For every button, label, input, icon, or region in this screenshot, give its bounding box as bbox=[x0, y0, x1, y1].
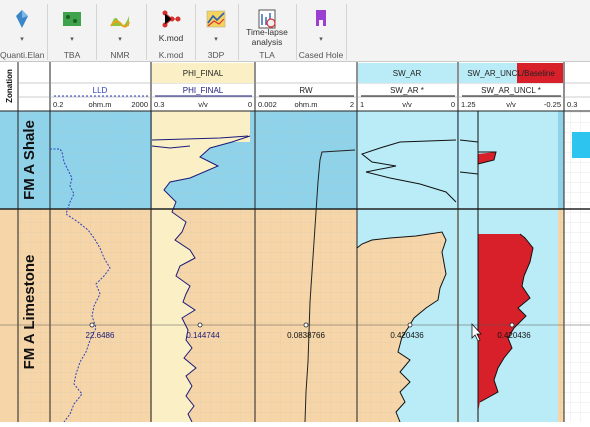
lld-scale-unit: ohm.m bbox=[89, 100, 112, 109]
chevron-down-icon: ▾ bbox=[118, 36, 122, 43]
lld-curve-name: LLD bbox=[93, 86, 108, 95]
3dp-icon bbox=[206, 10, 226, 28]
kmod-button-label: K.mod bbox=[158, 33, 184, 43]
quanti-elan-icon bbox=[16, 10, 28, 28]
chevron-down-icon: ▾ bbox=[20, 36, 24, 43]
partial-scale-min: 0.3 bbox=[567, 100, 577, 109]
phi-header-title: PHI_FINAL bbox=[183, 69, 224, 78]
swar-scale-min: 1 bbox=[360, 100, 364, 109]
swuncl-scale-min: 1.25 bbox=[461, 100, 476, 109]
chevron-down-icon: ▾ bbox=[70, 36, 74, 43]
ribbon-separator bbox=[238, 4, 239, 60]
lld-scale-max: 2000 bbox=[131, 100, 148, 109]
well-log-panel: FM A Shale FM A Limestone Zonation PHI_F… bbox=[0, 62, 590, 423]
ribbon-separator bbox=[146, 4, 147, 60]
swar-header-title: SW_AR bbox=[393, 69, 422, 78]
time-lapse-analysis-label: Time-lapse analysis bbox=[246, 27, 288, 47]
well-log-plot: FM A Shale FM A Limestone Zonation PHI_F… bbox=[0, 62, 590, 423]
rw-scale-max: 2 bbox=[350, 100, 354, 109]
group-label-3dp: 3DP bbox=[207, 50, 225, 60]
swar-readout: 0.420436 bbox=[390, 331, 424, 340]
phi-scale-min: 0.3 bbox=[154, 100, 164, 109]
group-label-cased-hole: Cased Hole bbox=[298, 50, 344, 60]
swar-scale-unit: v/v bbox=[402, 100, 412, 109]
ribbon-separator bbox=[195, 4, 196, 60]
kmod-icon bbox=[162, 10, 181, 28]
phi-scale-max: 0 bbox=[248, 100, 252, 109]
rw-readout: 0.0838766 bbox=[287, 331, 325, 340]
swar-curve-name: SW_AR * bbox=[390, 86, 424, 95]
cased-hole-icon bbox=[316, 10, 326, 26]
ribbon-separator bbox=[96, 4, 97, 60]
tba-icon bbox=[63, 12, 81, 26]
phi-readout: 0.144744 bbox=[186, 331, 220, 340]
lld-readout: 22.6486 bbox=[86, 331, 115, 340]
swar-scale-max: 0 bbox=[451, 100, 455, 109]
swuncl-scale-unit: v/v bbox=[506, 100, 516, 109]
ribbon-separator bbox=[346, 4, 347, 60]
group-label-quanti-elan: Quanti.Elan bbox=[0, 50, 45, 60]
group-label-nmr: NMR bbox=[110, 50, 130, 60]
zone-label-shale: FM A Shale bbox=[21, 120, 38, 200]
rw-curve-name: RW bbox=[299, 86, 313, 95]
group-label-kmod: K.mod bbox=[158, 50, 184, 60]
rw-scale-unit: ohm.m bbox=[295, 100, 318, 109]
zone-label-limestone: FM A Limestone bbox=[21, 255, 38, 370]
zonation-track-title: Zonation bbox=[5, 69, 14, 103]
rw-scale-min: 0.002 bbox=[258, 100, 277, 109]
swuncl-scale-max: -0.25 bbox=[544, 100, 561, 109]
phi-scale-unit: v/v bbox=[198, 100, 208, 109]
ribbon-separator bbox=[47, 4, 48, 60]
chevron-down-icon: ▾ bbox=[214, 36, 218, 43]
nmr-icon bbox=[110, 16, 130, 28]
group-label-tla: TLA bbox=[259, 50, 275, 60]
swuncl-readout: 0.420436 bbox=[497, 331, 531, 340]
group-label-tba: TBA bbox=[63, 50, 81, 60]
ribbon-toolbar: ▾ Quanti.Elan ▾ TBA ▾ NMR K.mod K.mod ▾ … bbox=[0, 0, 590, 62]
lld-scale-min: 0.2 bbox=[53, 100, 63, 109]
swuncl-header-title: SW_AR_UNCL/Baseline bbox=[467, 69, 555, 78]
chevron-down-icon: ▾ bbox=[319, 36, 323, 43]
swuncl-curve-name: SW_AR_UNCL * bbox=[481, 86, 541, 95]
ribbon-separator bbox=[296, 4, 297, 60]
phi-curve-name: PHI_FINAL bbox=[183, 86, 224, 95]
